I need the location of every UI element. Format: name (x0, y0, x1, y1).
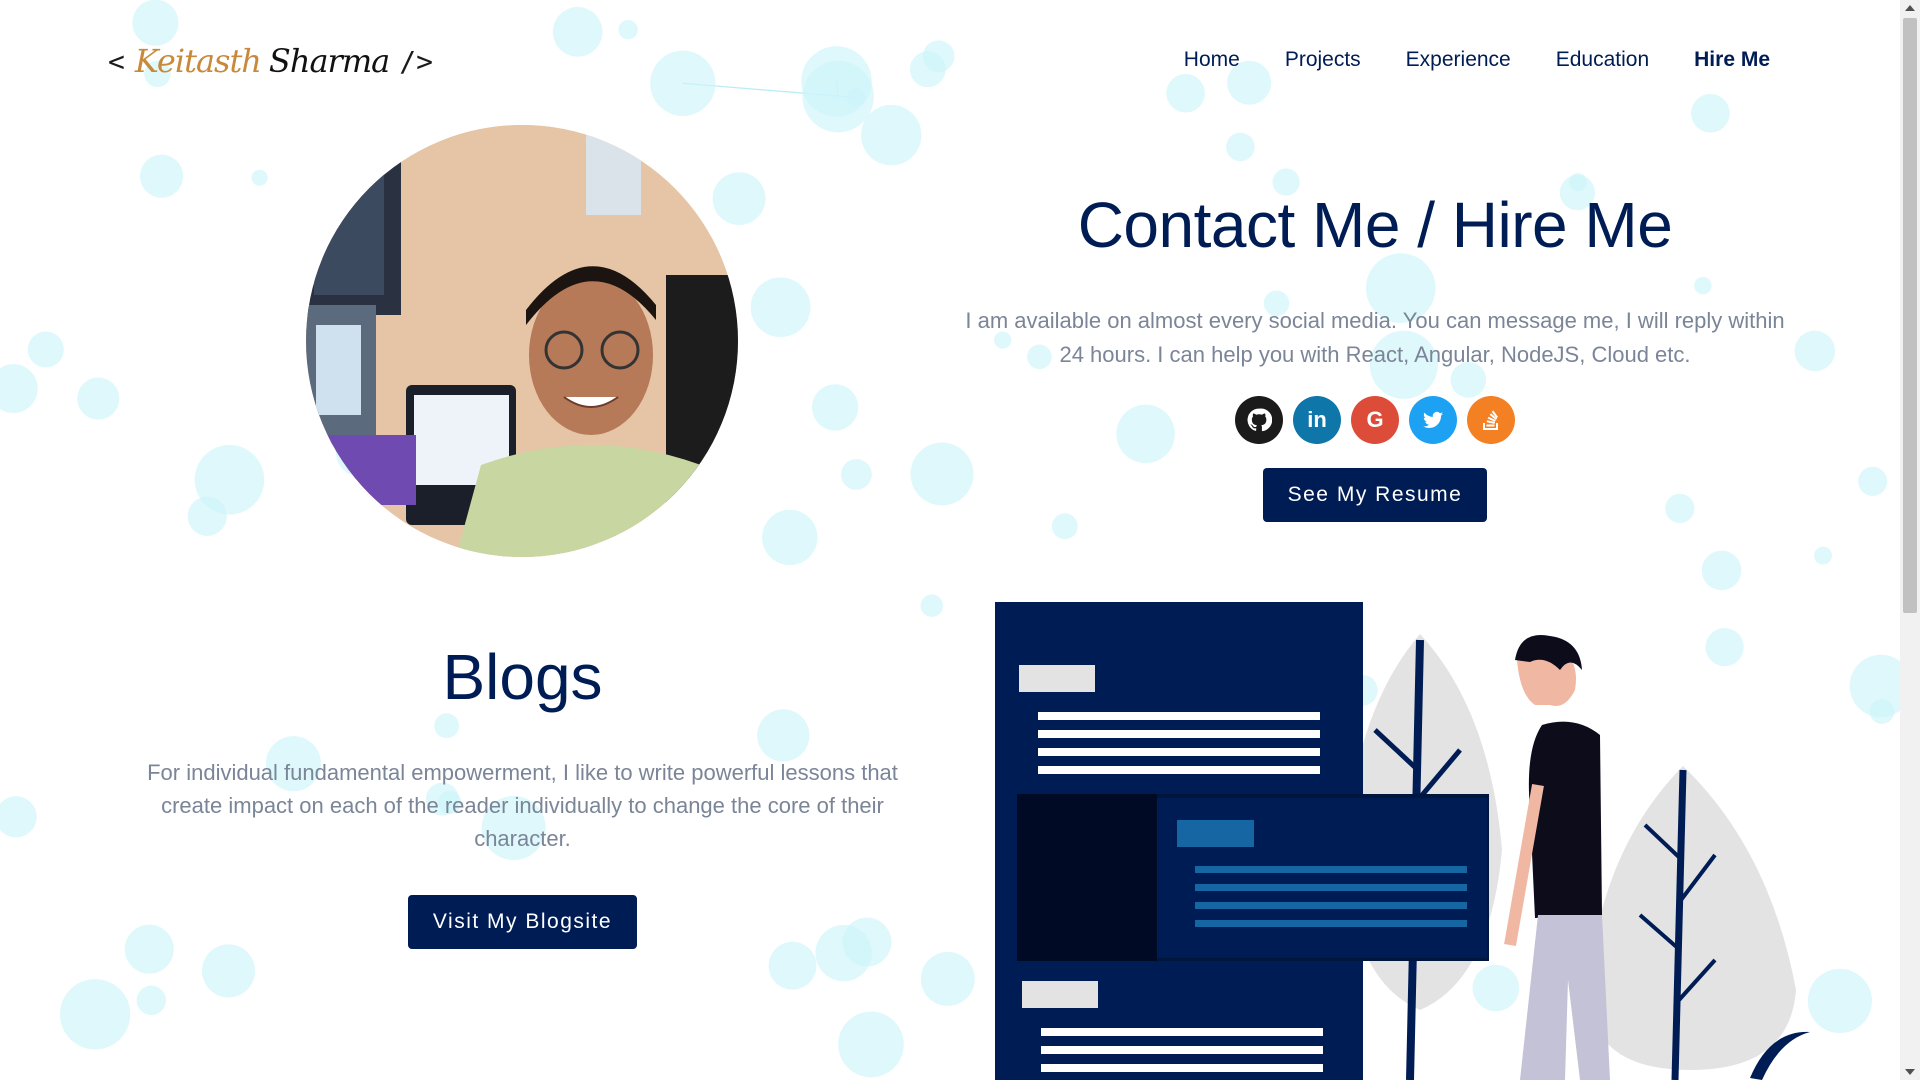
nav-projects[interactable]: Projects (1285, 48, 1361, 72)
twitter-icon[interactable] (1409, 396, 1457, 444)
google-glyph: G (1366, 407, 1384, 432)
social-links: in G (960, 396, 1790, 444)
contact-description: I am available on almost every social me… (965, 308, 1785, 367)
nav-home[interactable]: Home (1184, 48, 1240, 72)
contact-section: Contact Me / Hire Me I am available on a… (960, 188, 1790, 522)
see-resume-button[interactable]: See My Resume (1262, 468, 1488, 522)
logo-close-bracket: /> (399, 44, 433, 78)
blogs-section: Blogs For individual fundamental empower… (120, 640, 925, 949)
blogs-title: Blogs (442, 641, 603, 713)
visit-blogsite-button[interactable]: Visit My Blogsite (407, 895, 638, 949)
blogs-description: For individual fundamental empowerment, … (147, 760, 898, 851)
linkedin-icon[interactable]: in (1293, 396, 1341, 444)
scroll-down-icon[interactable] (1905, 1069, 1915, 1075)
github-icon[interactable] (1235, 396, 1283, 444)
nav-hire-me[interactable]: Hire Me (1694, 48, 1770, 72)
logo[interactable]: < Keitasth Sharma /> (108, 36, 433, 86)
nav-experience[interactable]: Experience (1406, 48, 1511, 72)
profile-photo (306, 125, 738, 557)
stack-overflow-icon[interactable] (1467, 396, 1515, 444)
scroll-up-icon[interactable] (1905, 5, 1915, 11)
contact-title: Contact Me / Hire Me (1077, 189, 1673, 261)
scrollbar-thumb[interactable] (1903, 18, 1917, 613)
linkedin-glyph: in (1307, 407, 1327, 432)
logo-signature: Keitasth Sharma (134, 42, 390, 80)
nav-education[interactable]: Education (1556, 48, 1649, 72)
google-icon[interactable]: G (1351, 396, 1399, 444)
blog-illustration (990, 600, 1820, 1080)
page-scrollbar[interactable] (1900, 0, 1920, 1080)
main-nav: Home Projects Experience Education Hire … (1184, 48, 1770, 72)
logo-last-name: Sharma (268, 42, 390, 80)
logo-first-name: Keitasth (134, 42, 262, 80)
logo-open-bracket: < (108, 44, 125, 78)
